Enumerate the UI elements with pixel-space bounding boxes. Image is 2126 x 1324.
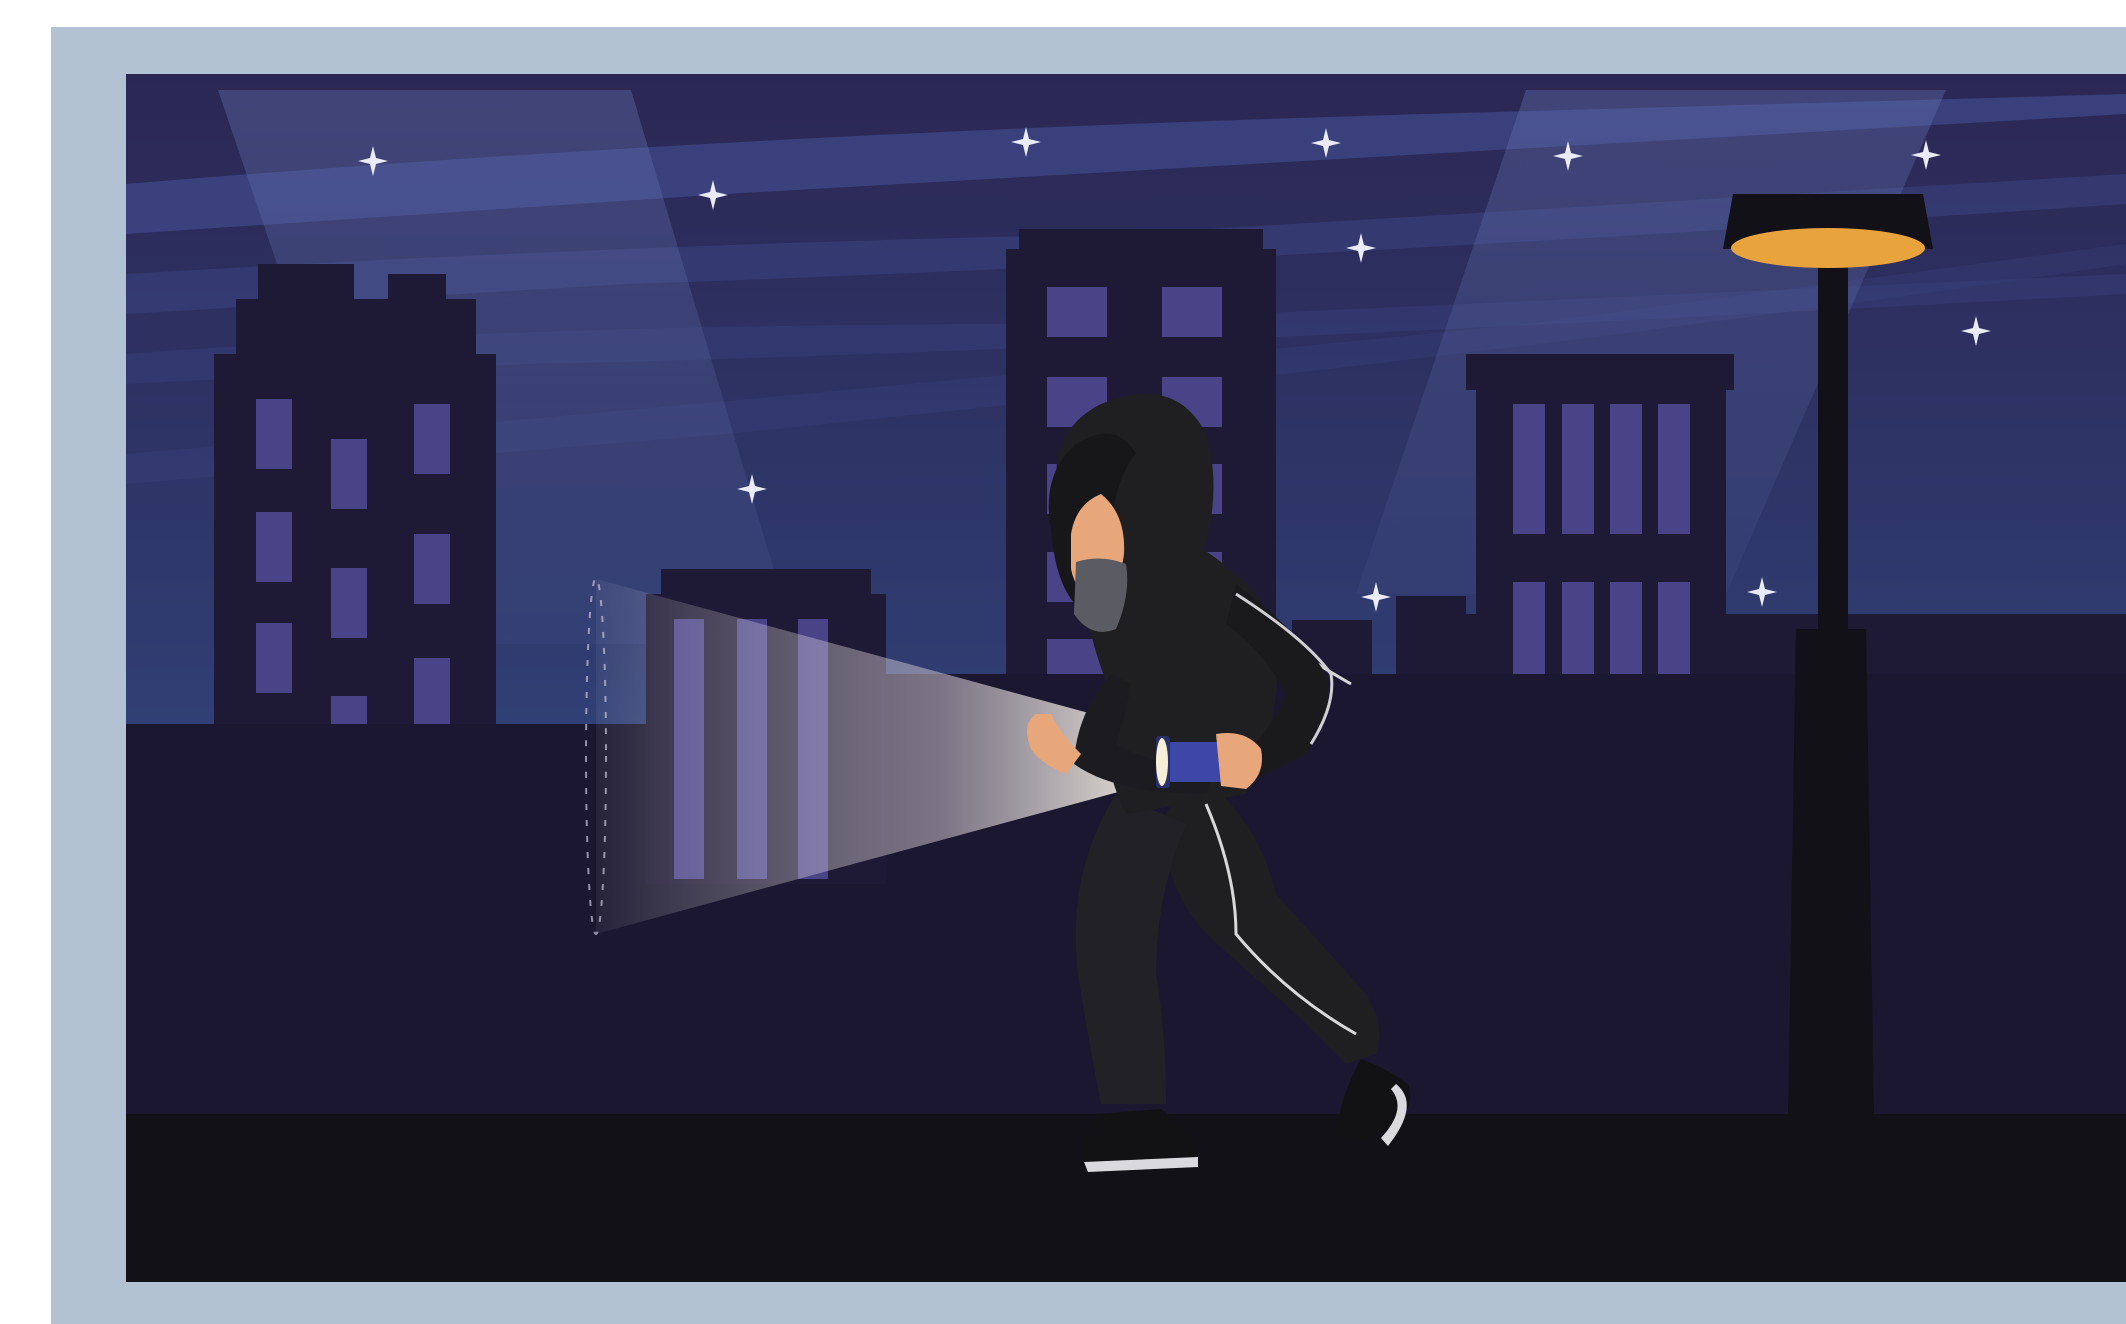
foreground-wall-left xyxy=(126,724,646,924)
night-city-illustration xyxy=(126,74,2126,1282)
illustration-canvas xyxy=(126,74,2126,1282)
